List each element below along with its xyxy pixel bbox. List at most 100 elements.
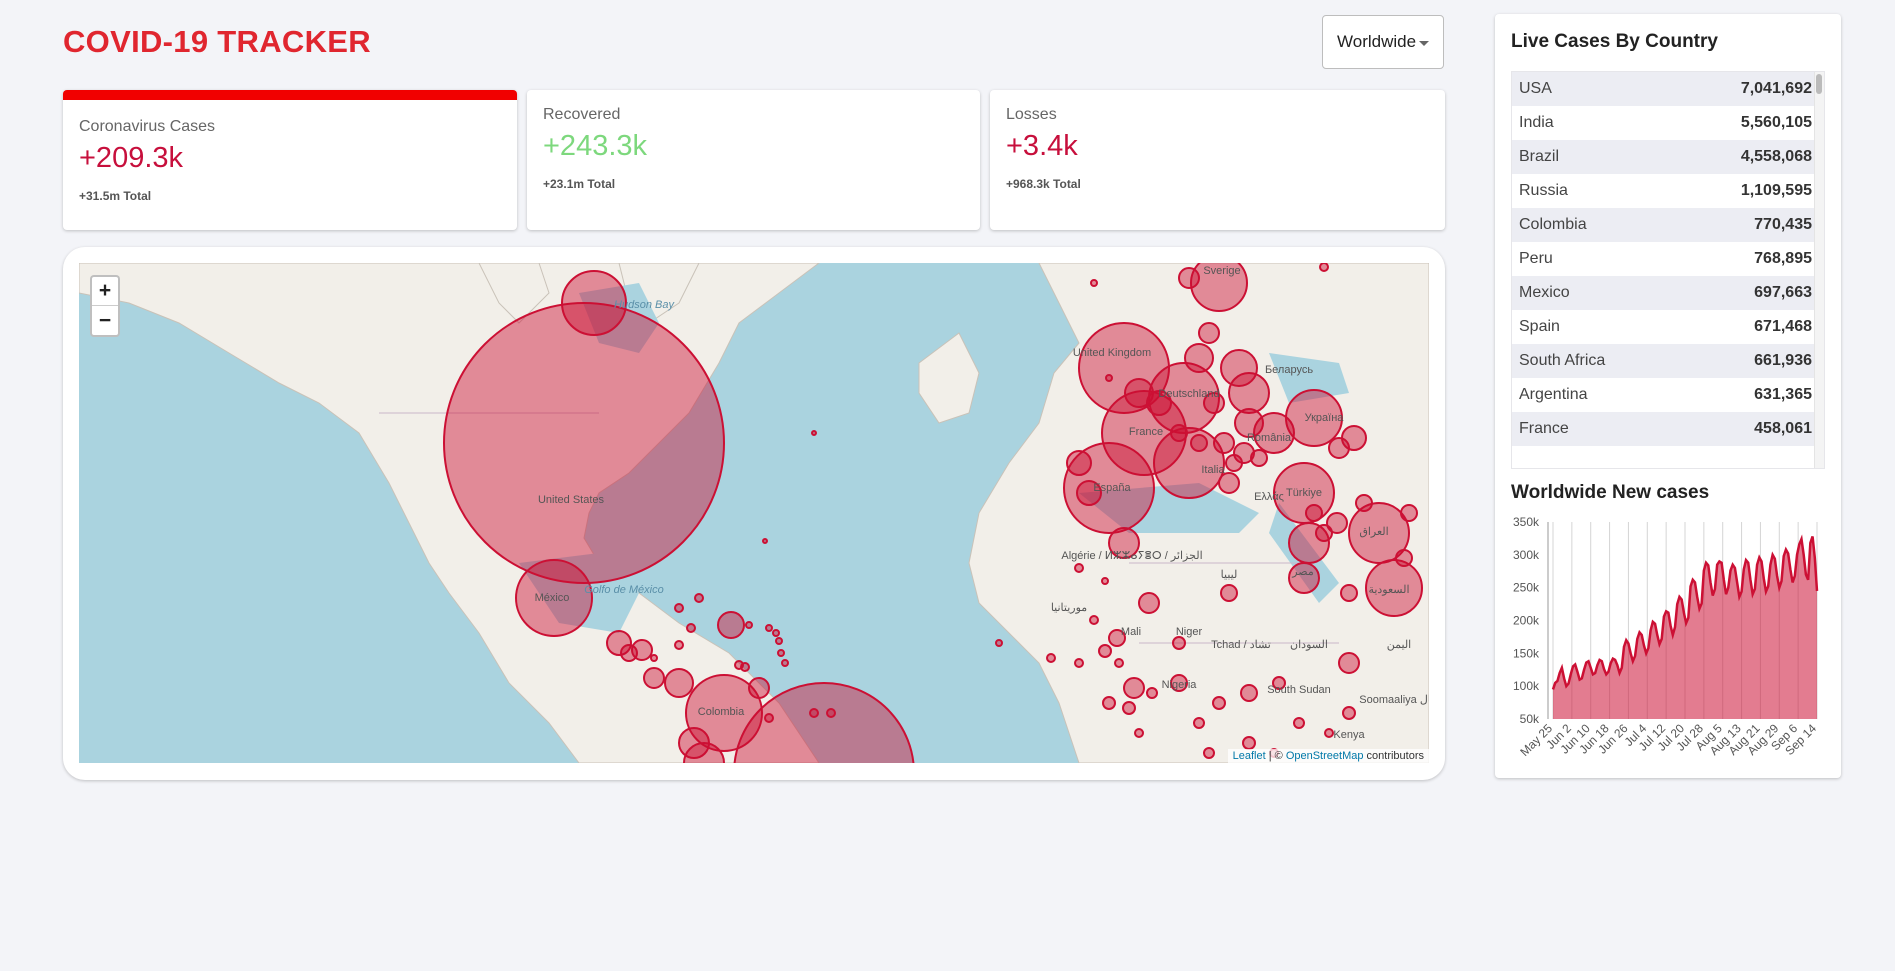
map-attribution: Leaflet | © OpenStreetMap contributors xyxy=(1227,749,1429,763)
table-row[interactable]: France 458,061 xyxy=(1512,412,1824,446)
country-name: Brazil xyxy=(1519,148,1560,165)
map-label: موريتانيا xyxy=(1051,602,1087,614)
y-tick-label: 250k xyxy=(1513,581,1540,595)
table-row[interactable]: USA 7,041,692 xyxy=(1512,72,1824,106)
table-row[interactable]: South Africa 661,936 xyxy=(1512,344,1824,378)
stat-value: +243.3k xyxy=(543,130,648,162)
map-label: Tchad / تشاد xyxy=(1211,639,1271,651)
map-label: United Kingdom xyxy=(1073,347,1151,359)
table-row[interactable]: Brazil 4,558,068 xyxy=(1512,140,1824,174)
country-select-value: Worldwide xyxy=(1337,32,1417,51)
graph-title: Worldwide New cases xyxy=(1511,482,1710,503)
map-label: Ελλάς xyxy=(1254,491,1284,503)
table-row[interactable]: Argentina 631,365 xyxy=(1512,378,1824,412)
table-row[interactable]: Russia 1,109,595 xyxy=(1512,174,1824,208)
stat-label: Losses xyxy=(1006,106,1057,123)
attribution-separator: | © xyxy=(1265,750,1286,762)
country-cases: 458,061 xyxy=(1754,420,1812,437)
stat-card-cases[interactable]: Coronavirus Cases +209.3k +31.5m Total xyxy=(63,90,517,230)
y-tick-label: 50k xyxy=(1520,712,1540,726)
map-label: Nigeria xyxy=(1162,679,1198,691)
map-label: România xyxy=(1247,432,1292,444)
map-label: Soomaaliya الصومال xyxy=(1359,694,1429,706)
country-cases: 770,435 xyxy=(1754,216,1812,233)
country-cases: 7,041,692 xyxy=(1740,80,1812,97)
country-cases: 671,468 xyxy=(1754,318,1812,335)
country-cases: 5,560,105 xyxy=(1740,114,1812,131)
country-cases: 661,936 xyxy=(1754,352,1812,369)
map-label: South Sudan xyxy=(1267,684,1331,696)
stat-label: Recovered xyxy=(543,106,621,123)
app-title: COVID-19 TRACKER xyxy=(63,24,371,59)
world-map[interactable]: United States México Colombia España Fra… xyxy=(79,263,1429,763)
new-cases-chart: May 25Jun 2Jun 10Jun 18Jun 26Jul 4Jul 12… xyxy=(1513,515,1819,759)
stat-total: +31.5m Total xyxy=(79,189,152,203)
y-tick-label: 100k xyxy=(1513,679,1540,693)
country-name: Russia xyxy=(1519,182,1568,199)
table-row[interactable]: Colombia 770,435 xyxy=(1512,208,1824,242)
map-label: México xyxy=(535,592,570,604)
country-name: Spain xyxy=(1519,318,1560,335)
attribution-contributors: contributors xyxy=(1363,750,1424,762)
circle-usa xyxy=(443,302,725,584)
chevron-down-icon xyxy=(1419,41,1429,46)
circle-italy xyxy=(1153,427,1225,499)
country-name: Mexico xyxy=(1519,284,1570,301)
map-label: Sverige xyxy=(1203,265,1240,277)
map-label: Mali xyxy=(1121,626,1141,638)
map-label: Italia xyxy=(1201,464,1225,476)
map-label: Türkiye xyxy=(1286,487,1322,499)
map-label: Україна xyxy=(1305,412,1345,424)
country-name: India xyxy=(1519,114,1554,131)
map-label: Deutschland xyxy=(1158,388,1219,400)
country-select[interactable]: Worldwide xyxy=(1322,15,1444,69)
map-label: Golfo de México xyxy=(584,584,663,596)
y-tick-label: 150k xyxy=(1513,646,1540,660)
map-label: Algérie / ⵍⵣⵣⴰⵢⴻⵔ / الجزائر xyxy=(1061,550,1202,562)
stat-label: Coronavirus Cases xyxy=(79,118,216,135)
osm-link[interactable]: OpenStreetMap xyxy=(1286,750,1364,762)
map-label: السودان xyxy=(1290,639,1328,651)
country-name: France xyxy=(1519,420,1569,437)
sidebar-card: Live Cases By Country USA 7,041,692 India 5… xyxy=(1495,14,1841,778)
map-label: Colombia xyxy=(698,706,745,718)
country-name: South Africa xyxy=(1519,352,1606,369)
country-cases: 4,558,068 xyxy=(1740,148,1812,165)
country-name: Peru xyxy=(1519,250,1553,267)
country-cases: 631,365 xyxy=(1754,386,1812,403)
y-tick-label: 350k xyxy=(1513,515,1540,529)
zoom-in-button[interactable]: + xyxy=(92,277,118,306)
map-label: ليبيا xyxy=(1221,569,1238,581)
country-cases: 1,109,595 xyxy=(1740,182,1812,199)
stat-total: +23.1m Total xyxy=(543,177,616,191)
map-label: España xyxy=(1093,482,1131,494)
live-cases-title: Live Cases By Country xyxy=(1511,31,1718,52)
map-label: العراق xyxy=(1359,526,1388,538)
country-cases: 768,895 xyxy=(1754,250,1812,267)
stat-card-recovered[interactable]: Recovered +243.3k +23.1m Total xyxy=(527,90,980,230)
live-cases-table[interactable]: USA 7,041,692 India 5,560,105 Brazil 4,558,06… xyxy=(1511,71,1825,469)
map-label: Hudson Bay xyxy=(614,299,675,311)
stat-value: +3.4k xyxy=(1006,130,1078,162)
country-name: Argentina xyxy=(1519,386,1588,403)
table-row[interactable]: India 5,560,105 xyxy=(1512,106,1824,140)
table-row[interactable]: Peru 768,895 xyxy=(1512,242,1824,276)
map-label: مصر xyxy=(1291,566,1314,578)
stat-total: +968.3k Total xyxy=(1006,177,1081,191)
table-row[interactable]: Mexico 697,663 xyxy=(1512,276,1824,310)
scrollbar-track[interactable] xyxy=(1814,72,1824,468)
y-tick-label: 200k xyxy=(1513,614,1540,628)
uk-land xyxy=(918,332,980,424)
scrollbar-thumb[interactable] xyxy=(1816,74,1822,94)
table-row[interactable]: Spain 671,468 xyxy=(1512,310,1824,344)
map-canvas: United States México Colombia España Fra… xyxy=(79,263,1429,763)
zoom-control: + − xyxy=(90,275,120,337)
map-label: Kenya xyxy=(1333,729,1365,741)
map-card: United States México Colombia España Fra… xyxy=(63,247,1445,780)
stat-card-losses[interactable]: Losses +3.4k +968.3k Total xyxy=(990,90,1445,230)
stat-value: +209.3k xyxy=(79,142,184,174)
country-name: USA xyxy=(1519,80,1552,97)
leaflet-link[interactable]: Leaflet xyxy=(1233,750,1266,762)
zoom-out-button[interactable]: − xyxy=(92,306,118,335)
map-label: France xyxy=(1129,426,1163,438)
